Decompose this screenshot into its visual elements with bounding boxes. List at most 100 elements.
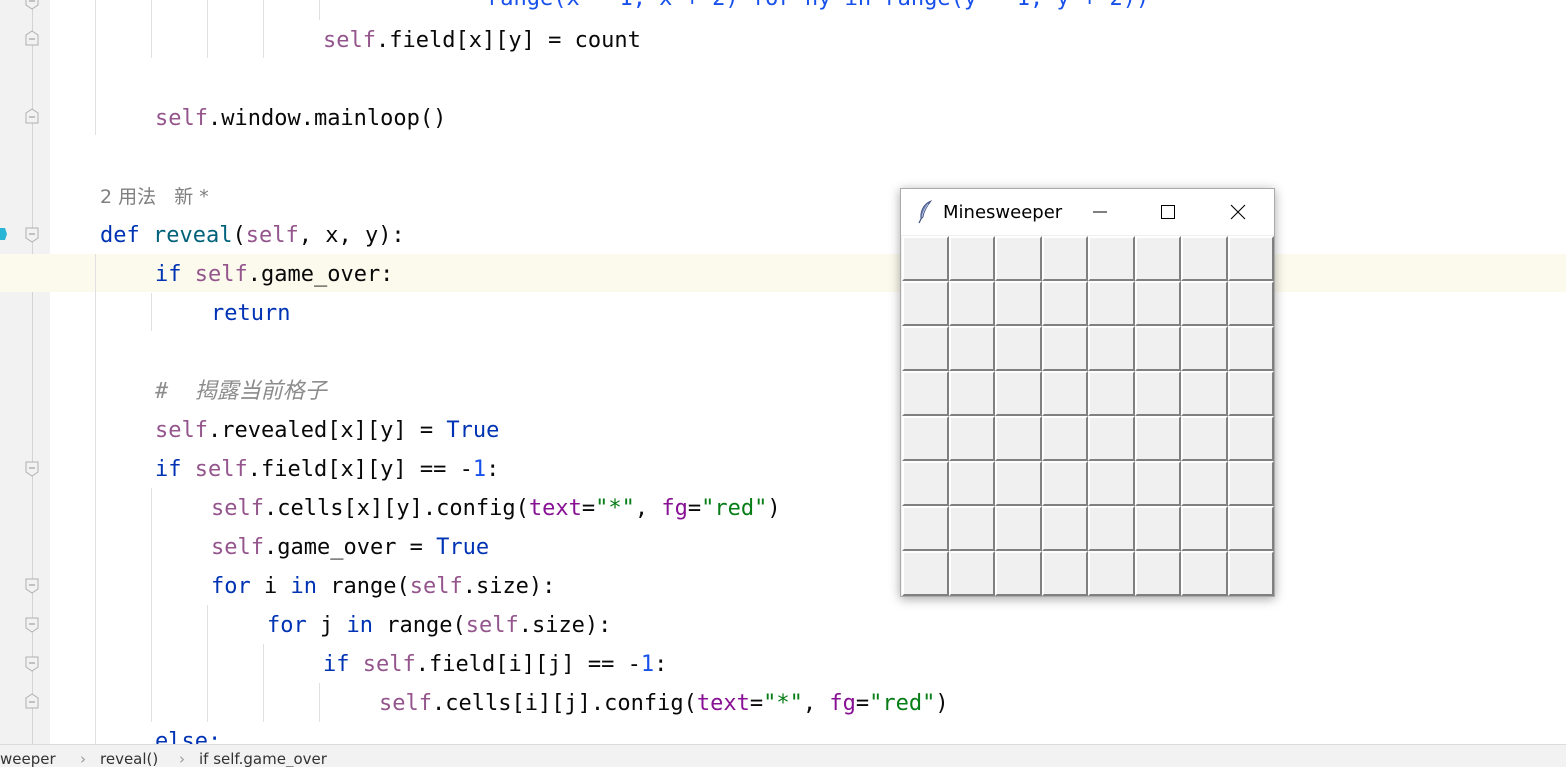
mine-cell-button[interactable] xyxy=(1135,281,1181,326)
mine-cell-button[interactable] xyxy=(1228,326,1274,371)
mine-cell-button[interactable] xyxy=(1181,281,1228,326)
mine-cell-button[interactable] xyxy=(995,551,1042,596)
window-titlebar[interactable]: Minesweeper xyxy=(901,189,1274,235)
mine-cell-button[interactable] xyxy=(902,461,949,506)
code-line[interactable]: if self.field[i][j] == -1: xyxy=(323,645,667,684)
mine-cell-button[interactable] xyxy=(1042,281,1088,326)
fold-start-icon[interactable] xyxy=(25,617,39,633)
mine-cell-button[interactable] xyxy=(1228,371,1274,416)
mine-cell-button[interactable] xyxy=(902,416,949,461)
mine-cell-button[interactable] xyxy=(949,326,995,371)
code-editor[interactable]: range(x - 1, x + 2) for ny in range(y - … xyxy=(0,0,1566,744)
mine-cell-button[interactable] xyxy=(1042,416,1088,461)
mine-cell-button[interactable] xyxy=(1228,461,1274,506)
mine-cell-button[interactable] xyxy=(949,281,995,326)
code-line[interactable]: self.field[x][y] = count xyxy=(323,21,641,60)
mine-cell-button[interactable] xyxy=(995,506,1042,551)
breadcrumb-item-class[interactable]: weeper xyxy=(0,750,56,767)
mine-cell-button[interactable] xyxy=(1181,551,1228,596)
mine-cell-button[interactable] xyxy=(902,506,949,551)
mine-cell-button[interactable] xyxy=(902,326,949,371)
mine-cell-button[interactable] xyxy=(1088,416,1135,461)
mine-cell-button[interactable] xyxy=(1088,326,1135,371)
close-button[interactable] xyxy=(1215,189,1261,235)
mine-cell-button[interactable] xyxy=(1228,416,1274,461)
bookmark-marker-icon[interactable] xyxy=(0,226,7,242)
mine-cell-button[interactable] xyxy=(1088,371,1135,416)
mine-cell-button[interactable] xyxy=(949,506,995,551)
mine-cell-button[interactable] xyxy=(1135,326,1181,371)
code-line[interactable]: for i in range(self.size): xyxy=(211,567,555,606)
code-line[interactable]: if self.field[x][y] == -1: xyxy=(155,450,499,489)
fold-start-icon[interactable] xyxy=(25,227,39,243)
minimize-button[interactable] xyxy=(1077,189,1123,235)
code-line[interactable]: self.window.mainloop() xyxy=(155,99,446,138)
fold-start-icon[interactable] xyxy=(25,578,39,594)
mine-cell-button[interactable] xyxy=(1228,236,1274,281)
mine-cell-button[interactable] xyxy=(1088,506,1135,551)
mine-cell-button[interactable] xyxy=(995,236,1042,281)
mine-cell-button[interactable] xyxy=(1088,281,1135,326)
mine-cell-button[interactable] xyxy=(949,416,995,461)
code-line[interactable]: def reveal(self, x, y): xyxy=(100,216,405,255)
mine-cell-button[interactable] xyxy=(1181,506,1228,551)
mine-cell-button[interactable] xyxy=(1135,416,1181,461)
code-line[interactable]: # 揭露当前格子 xyxy=(155,372,327,411)
minesweeper-window[interactable]: Minesweeper xyxy=(900,188,1275,597)
mine-cell-button[interactable] xyxy=(1181,371,1228,416)
mine-cell-button[interactable] xyxy=(949,371,995,416)
code-line[interactable]: else: xyxy=(155,722,221,744)
mine-cell-button[interactable] xyxy=(1228,551,1274,596)
mine-cell-button[interactable] xyxy=(902,371,949,416)
mine-cell-button[interactable] xyxy=(1042,506,1088,551)
mine-cell-button[interactable] xyxy=(1228,506,1274,551)
mine-cell-button[interactable] xyxy=(949,236,995,281)
mine-cell-button[interactable] xyxy=(1042,236,1088,281)
mine-cell-button[interactable] xyxy=(1088,551,1135,596)
mine-cell-button[interactable] xyxy=(949,461,995,506)
fold-end-icon[interactable] xyxy=(25,108,39,124)
mine-cell-button[interactable] xyxy=(1042,551,1088,596)
breadcrumb-item-function[interactable]: reveal() xyxy=(100,750,158,767)
mine-cell-button[interactable] xyxy=(1042,326,1088,371)
fold-end-icon[interactable] xyxy=(25,30,39,46)
fold-start-icon[interactable] xyxy=(25,461,39,477)
fold-end-icon[interactable] xyxy=(25,693,39,709)
mine-cell-button[interactable] xyxy=(995,281,1042,326)
mine-cell-button[interactable] xyxy=(995,461,1042,506)
code-line[interactable]: return xyxy=(211,294,290,333)
fold-end-icon[interactable] xyxy=(25,0,39,10)
mine-cell-button[interactable] xyxy=(902,236,949,281)
mine-cell-button[interactable] xyxy=(1042,371,1088,416)
code-line[interactable]: if self.game_over: xyxy=(155,255,393,294)
fold-start-icon[interactable] xyxy=(25,656,39,672)
mine-cell-button[interactable] xyxy=(1135,236,1181,281)
breadcrumb-item-statement[interactable]: if self.game_over xyxy=(199,750,327,767)
mine-cell-button[interactable] xyxy=(1135,461,1181,506)
mine-cell-button[interactable] xyxy=(1181,236,1228,281)
mine-cell-button[interactable] xyxy=(995,416,1042,461)
usages-inlay-hint[interactable]: 2 用法 新 * xyxy=(100,178,209,217)
mine-cell-button[interactable] xyxy=(1228,281,1274,326)
code-line[interactable]: self.cells[x][y].config(text="*", fg="re… xyxy=(211,489,781,528)
mine-cell-button[interactable] xyxy=(1135,551,1181,596)
mine-cell-button[interactable] xyxy=(1135,371,1181,416)
mine-cell-button[interactable] xyxy=(1181,461,1228,506)
mine-cell-button[interactable] xyxy=(902,551,949,596)
mine-cell-button[interactable] xyxy=(1135,506,1181,551)
code-line[interactable]: range(x - 1, x + 2) for ny in range(y - … xyxy=(487,0,1149,18)
mine-cell-button[interactable] xyxy=(1088,236,1135,281)
mine-cell-button[interactable] xyxy=(995,326,1042,371)
mine-cell-button[interactable] xyxy=(1088,461,1135,506)
mine-cell-button[interactable] xyxy=(1042,461,1088,506)
code-line[interactable]: self.revealed[x][y] = True xyxy=(155,411,499,450)
mine-cell-button[interactable] xyxy=(902,281,949,326)
mine-cell-button[interactable] xyxy=(949,551,995,596)
mine-cell-button[interactable] xyxy=(1181,326,1228,371)
code-line[interactable]: for j in range(self.size): xyxy=(267,606,611,645)
code-line[interactable]: self.game_over = True xyxy=(211,528,489,567)
code-line[interactable]: self.cells[i][j].config(text="*", fg="re… xyxy=(379,684,949,723)
mine-cell-button[interactable] xyxy=(995,371,1042,416)
mine-cell-button[interactable] xyxy=(1181,416,1228,461)
maximize-button[interactable] xyxy=(1145,189,1191,235)
